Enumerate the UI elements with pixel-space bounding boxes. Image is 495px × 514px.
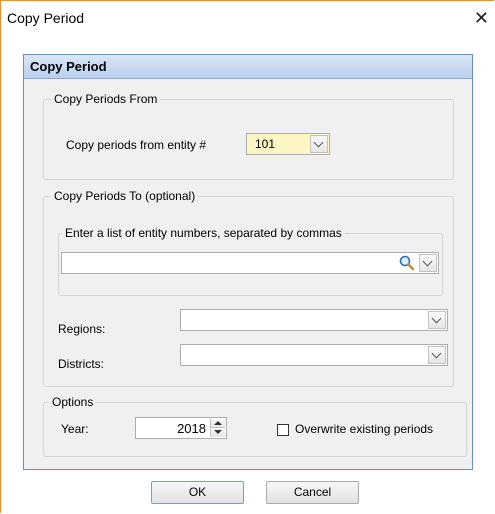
- copy-from-group: Copy Periods From Copy periods from enti…: [43, 92, 454, 180]
- title-bar: Copy Period ✕: [1, 1, 495, 41]
- entity-list-input[interactable]: [61, 252, 439, 274]
- options-legend: Options: [49, 395, 97, 409]
- year-spinner[interactable]: 2018: [135, 417, 227, 439]
- districts-label: Districts:: [58, 357, 104, 371]
- copy-period-panel: Copy Period Copy Periods From Copy perio…: [23, 54, 473, 470]
- window-title: Copy Period: [7, 10, 85, 26]
- copy-period-window: Copy Period ✕ Copy Period Copy Periods F…: [0, 0, 495, 513]
- spin-down-icon[interactable]: [211, 428, 225, 437]
- copy-to-legend: Copy Periods To (optional): [51, 189, 199, 203]
- copy-to-group: Copy Periods To (optional) Enter a list …: [43, 189, 454, 387]
- entity-list-group: Enter a list of entity numbers, separate…: [58, 226, 443, 296]
- panel-header: Copy Period: [24, 55, 472, 79]
- spin-up-icon[interactable]: [211, 419, 225, 428]
- overwrite-checkbox[interactable]: [277, 424, 289, 436]
- chevron-down-icon[interactable]: [419, 254, 437, 272]
- chevron-down-icon[interactable]: [428, 346, 446, 364]
- search-icon[interactable]: [398, 254, 416, 272]
- entity-select[interactable]: 101: [246, 133, 330, 155]
- entity-select-value: 101: [255, 137, 276, 151]
- year-label: Year:: [61, 422, 89, 436]
- regions-label: Regions:: [58, 322, 106, 336]
- chevron-down-icon[interactable]: [310, 135, 328, 153]
- copy-from-label: Copy periods from entity #: [66, 138, 207, 152]
- overwrite-label[interactable]: Overwrite existing periods: [295, 422, 433, 436]
- cancel-button[interactable]: Cancel: [266, 481, 359, 504]
- panel-title: Copy Period: [30, 59, 107, 74]
- spin-buttons: [210, 419, 225, 437]
- close-icon[interactable]: ✕: [474, 9, 489, 27]
- chevron-down-icon[interactable]: [428, 311, 446, 329]
- districts-select[interactable]: [180, 344, 448, 366]
- entity-list-legend: Enter a list of entity numbers, separate…: [62, 226, 345, 240]
- regions-select[interactable]: [180, 309, 448, 331]
- options-group: Options Year: 2018 Overwrite existing pe…: [43, 395, 467, 457]
- ok-button[interactable]: OK: [151, 481, 244, 504]
- year-value: 2018: [177, 421, 206, 436]
- copy-from-legend: Copy Periods From: [51, 92, 161, 106]
